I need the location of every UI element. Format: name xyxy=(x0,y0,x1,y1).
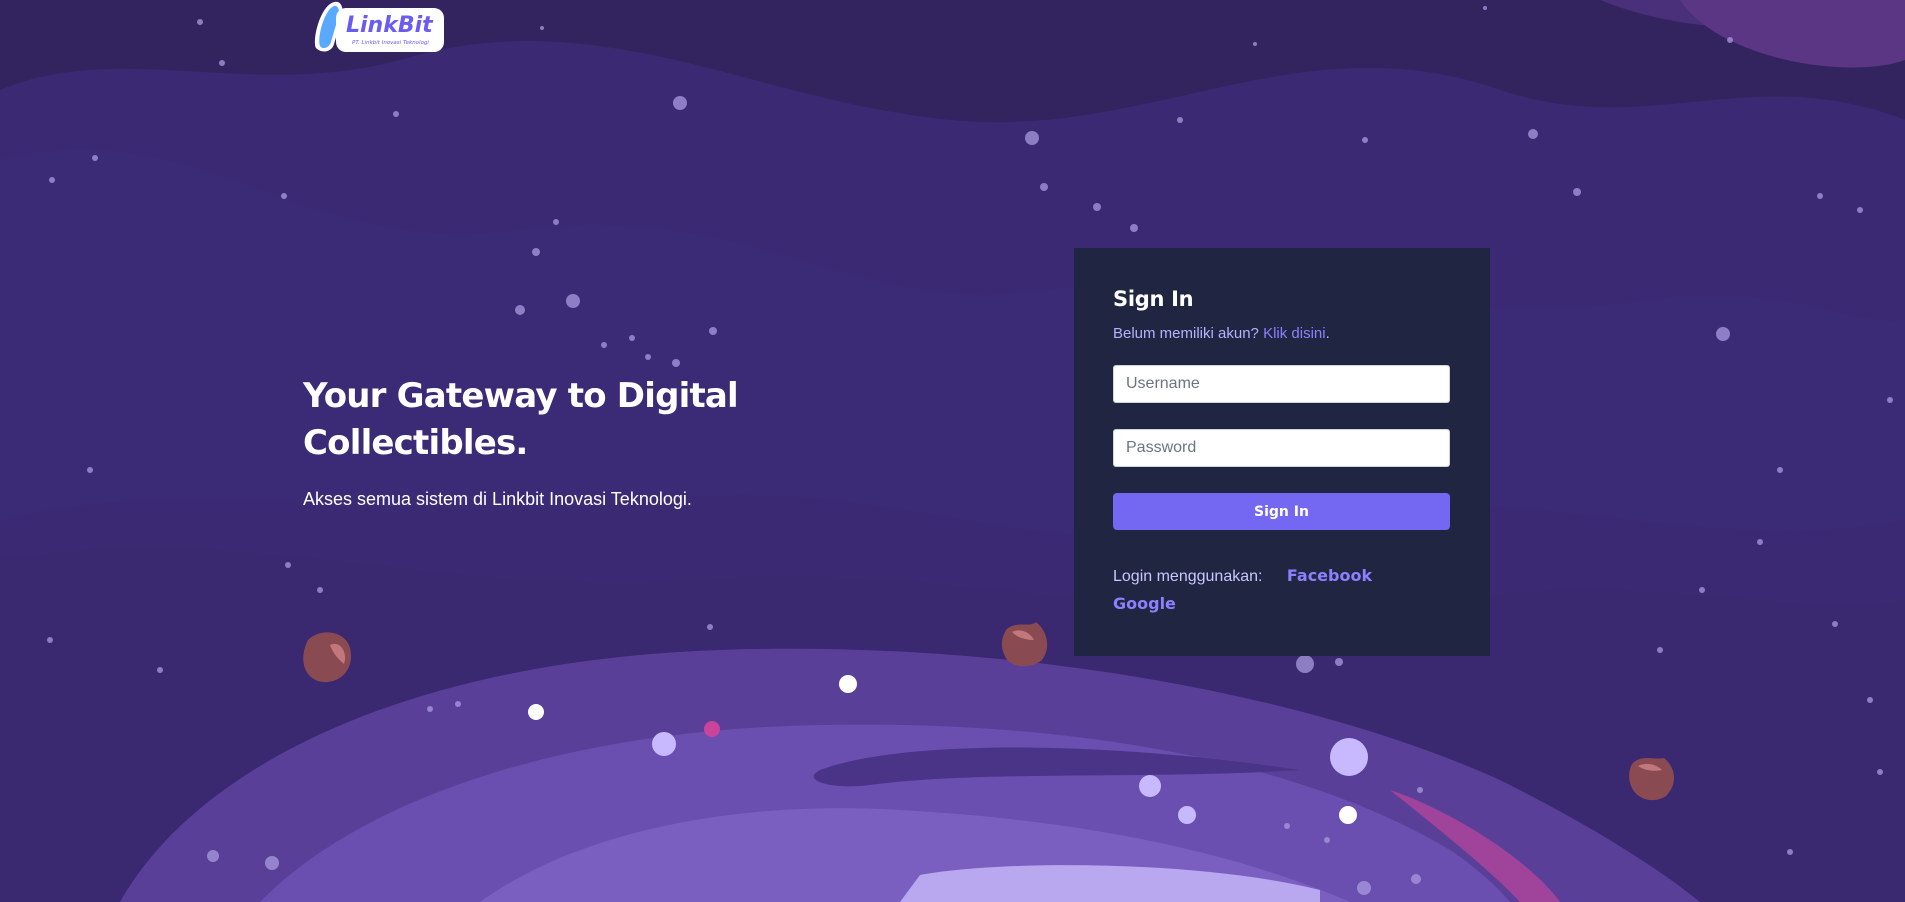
username-input[interactable] xyxy=(1113,365,1450,403)
hero-title-line-1: Your Gateway to Digital xyxy=(303,376,739,416)
svg-text:PT. Linkbit Inovasi Teknologi: PT. Linkbit Inovasi Teknologi xyxy=(352,40,429,46)
sign-in-card: Sign In Belum memiliki akun? Klik disini… xyxy=(1074,248,1490,656)
social-login: Login menggunakan: Facebook Google xyxy=(1113,562,1450,618)
sign-in-button[interactable]: Sign In xyxy=(1113,493,1450,530)
hero-title: Your Gateway to Digital Collectibles. xyxy=(303,373,803,467)
register-prompt-text: Belum memiliki akun? xyxy=(1113,325,1264,342)
hero-section: Your Gateway to Digital Collectibles. Ak… xyxy=(303,373,803,510)
social-login-label: Login menggunakan: xyxy=(1113,568,1263,585)
register-prompt-end: . xyxy=(1325,325,1330,342)
register-prompt: Belum memiliki akun? Klik disini. xyxy=(1113,325,1450,342)
register-link[interactable]: Klik disini xyxy=(1263,325,1326,342)
hero-subtitle: Akses semua sistem di Linkbit Inovasi Te… xyxy=(303,489,692,509)
facebook-login-link[interactable]: Facebook xyxy=(1287,566,1372,585)
svg-text:LinkBit: LinkBit xyxy=(346,13,434,38)
linkbit-logo[interactable]: LinkBit PT. Linkbit Inovasi Teknologi xyxy=(312,0,446,56)
sign-in-title: Sign In xyxy=(1113,287,1194,311)
hero-title-line-2: Collectibles. xyxy=(303,423,528,463)
logo-mark-icon: LinkBit PT. Linkbit Inovasi Teknologi xyxy=(314,1,444,52)
password-input[interactable] xyxy=(1113,429,1450,467)
google-login-link[interactable]: Google xyxy=(1113,594,1176,613)
space-background xyxy=(0,0,1905,902)
